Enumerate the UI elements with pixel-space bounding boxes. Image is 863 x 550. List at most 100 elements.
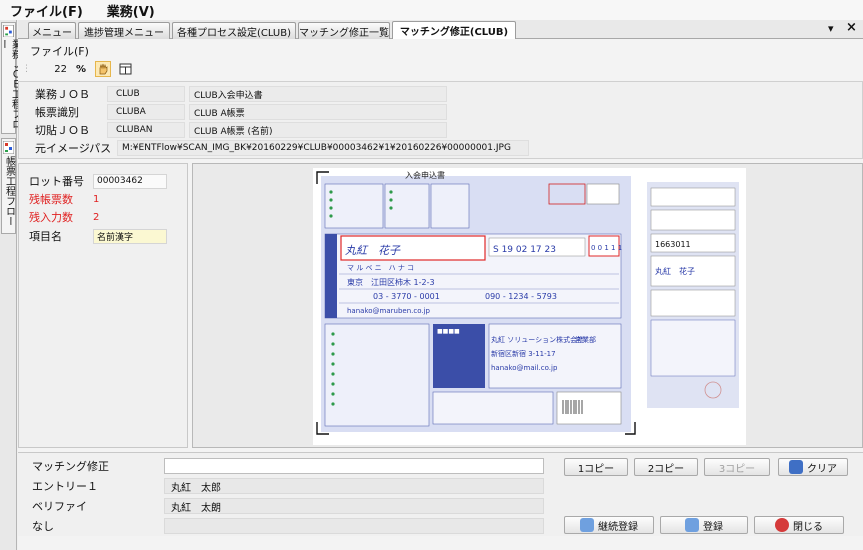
remain-input-row: 残入力数 2 (29, 209, 99, 225)
path-label: 元イメージパス (35, 142, 112, 155)
job-row: 業務ＪＯＢ CLUB CLUB入会申込書 (35, 85, 447, 103)
side-tab-job-flow[interactable]: 業務ＪＯＢ工程フロー (0, 22, 21, 134)
tab-menu[interactable]: メニュー (28, 22, 76, 39)
continue-register-icon (580, 518, 594, 532)
zoom-value[interactable]: 22 (37, 64, 67, 75)
match-label: マッチング修正 (32, 460, 109, 473)
flow-icon (3, 141, 14, 154)
item-row: 項目名 名前漢字 (29, 228, 167, 244)
close-button[interactable]: 閉じる (754, 516, 844, 534)
cut-label: 切貼ＪＯＢ (35, 124, 90, 137)
clear-icon (789, 460, 803, 474)
tab-process-settings[interactable]: 各種プロセス設定(CLUB) (172, 22, 296, 39)
continue-register-label: 継続登録 (598, 521, 638, 533)
menu-business[interactable]: 業務(V) (107, 1, 155, 20)
remain-input-label: 残入力数 (29, 211, 73, 224)
main-panel: ファイル(F) ⋮ 22 % 業務ＪＯＢ CLUB CLUB入会申込書 帳票識別… (18, 39, 863, 550)
remain-forms-row: 残帳票数 1 (29, 191, 99, 207)
copy3-label: 3コピー (718, 463, 756, 475)
side-tab-form-flow-label: 帳票工程フロー (3, 156, 15, 226)
lot-row: ロット番号 00003462 (29, 173, 167, 189)
clear-button[interactable]: クリア (778, 458, 848, 476)
handwritten-code: 0 0 1 1 1 (591, 244, 622, 252)
tab-bar: メニュー 進捗管理メニュー 各種プロセス設定(CLUB) マッチング修正一覧 マ… (18, 20, 863, 39)
handwritten-kana: マ ル ベ ニ ハ ナ コ (347, 264, 414, 272)
company-section-label: ■■■■ (437, 328, 460, 335)
close-icon (775, 518, 789, 532)
form-code: CLUBA (107, 104, 185, 120)
remain-forms-value: 1 (93, 193, 100, 205)
tab-progress-menu[interactable]: 進捗管理メニュー (78, 22, 170, 39)
tab-label: マッチング修正(CLUB) (399, 27, 509, 38)
handwritten-address: 東京 江田区柿木 1-2-3 (347, 277, 435, 287)
close-label: 閉じる (793, 521, 823, 533)
tab-matching-edit[interactable]: マッチング修正(CLUB) (392, 21, 516, 39)
continue-register-button[interactable]: 継続登録 (564, 516, 654, 534)
job-name: CLUB入会申込書 (189, 86, 447, 102)
handwritten-dept: 営業部 (575, 335, 596, 344)
handwritten-birth: S 19 02 17 23 (493, 245, 556, 255)
matching-edit-box: マッチング修正 エントリー１ 丸紅 太郎 ベリファイ 丸紅 太朗 なし 1コピー… (18, 452, 863, 536)
zoom-unit: % (75, 63, 87, 75)
cut-name: CLUB A帳票 (名前) (189, 122, 447, 138)
job-info-box: 業務ＪＯＢ CLUB CLUB入会申込書 帳票識別 CLUBA CLUB A帳票… (18, 81, 863, 159)
match-row: マッチング修正 (32, 457, 544, 475)
verify-value: 丸紅 太朗 (164, 498, 544, 514)
side-tab-form-flow[interactable]: 帳票工程フロー (1, 138, 16, 234)
handwritten-name: 丸紅 花子 (345, 244, 401, 257)
handwritten-right-code: 1663011 (655, 240, 691, 249)
handwritten-company-address: 新宿区新宿 3-11-17 (491, 349, 556, 358)
fit-page-icon[interactable] (117, 61, 133, 77)
scanned-form-image[interactable]: 入会申込書 丸紅 花子 S 19 02 17 23 0 0 1 1 1 マ ル … (313, 168, 746, 445)
verify-row: ベリファイ 丸紅 太朗 (32, 497, 544, 515)
match-input[interactable] (164, 458, 544, 474)
remain-input-value: 2 (93, 211, 100, 223)
tab-label: 各種プロセス設定(CLUB) (176, 27, 292, 39)
menu-file[interactable]: ファイル(F) (10, 1, 83, 20)
hand-tool-icon[interactable] (95, 61, 111, 77)
copy2-label: 2コピー (647, 463, 685, 475)
lot-label: ロット番号 (29, 175, 84, 188)
tab-list-dropdown-icon[interactable]: ▾ (828, 22, 834, 35)
copy2-button[interactable]: 2コピー (634, 458, 698, 476)
item-value: 名前漢字 (93, 228, 167, 244)
handwritten-mail: hanako@maruben.co.jp (347, 307, 431, 315)
form-row: 帳票識別 CLUBA CLUB A帳票 (35, 103, 447, 121)
form-name: CLUB A帳票 (189, 104, 447, 120)
menu-bar: ファイル(F) 業務(V) (0, 0, 863, 20)
image-viewer[interactable]: 入会申込書 丸紅 花子 S 19 02 17 23 0 0 1 1 1 マ ル … (192, 163, 863, 448)
remain-forms-label: 残帳票数 (29, 193, 73, 206)
copy1-label: 1コピー (577, 463, 615, 475)
toolbar-grip-icon: ⋮ (22, 64, 31, 74)
tab-label: 進捗管理メニュー (84, 27, 164, 39)
path-row: 元イメージパス M:¥ENTFlow¥SCAN_IMG_BK¥20160229¥… (35, 139, 529, 157)
panel-file-menu[interactable]: ファイル(F) (30, 43, 89, 59)
register-button[interactable]: 登録 (660, 516, 748, 534)
copy3-button[interactable]: 3コピー (704, 458, 770, 476)
form-label: 帳票識別 (35, 106, 79, 119)
path-value: M:¥ENTFlow¥SCAN_IMG_BK¥20160229¥CLUB¥000… (117, 140, 529, 156)
side-tab-strip: 業務ＪＯＢ工程フロー 帳票工程フロー (0, 20, 21, 550)
verify-label: ベリファイ (32, 500, 87, 513)
tab-label: メニュー (32, 27, 72, 39)
tab-close-icon[interactable]: × (846, 20, 857, 35)
none-row: なし (32, 517, 544, 535)
handwritten-company: 丸紅 ソリューション株式会社 (491, 335, 584, 344)
tab-matching-list[interactable]: マッチング修正一覧 (298, 22, 390, 39)
register-label: 登録 (703, 521, 723, 533)
viewer-toolbar: ⋮ 22 % (22, 59, 133, 79)
none-label: なし (32, 520, 54, 533)
job-label: 業務ＪＯＢ (35, 88, 90, 101)
handwritten-company-mail: hanako@mail.co.jp (491, 364, 558, 372)
cut-code: CLUBAN (107, 122, 185, 138)
entry-row: エントリー１ 丸紅 太郎 (32, 477, 544, 495)
entry-label: エントリー１ (32, 480, 98, 493)
entry-value: 丸紅 太郎 (164, 478, 544, 494)
lot-value: 00003462 (93, 173, 167, 189)
none-value (164, 518, 544, 534)
cut-row: 切貼ＪＯＢ CLUBAN CLUB A帳票 (名前) (35, 121, 447, 139)
handwritten-tel: 03 - 3770 - 0001 (373, 292, 440, 301)
job-code: CLUB (107, 86, 185, 102)
tab-label: マッチング修正一覧 (299, 27, 389, 39)
copy1-button[interactable]: 1コピー (564, 458, 628, 476)
